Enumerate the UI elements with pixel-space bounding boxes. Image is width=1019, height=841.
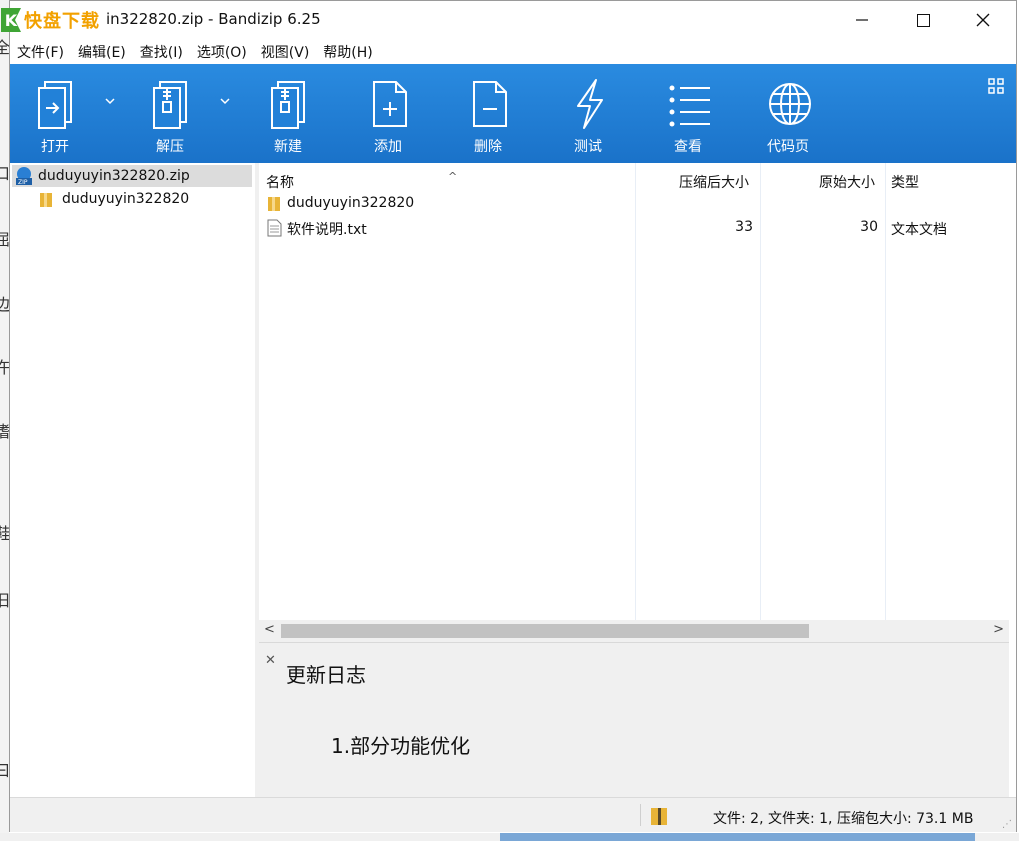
open-icon [38, 81, 72, 129]
file-list: 名称 ^ 压缩后大小 原始大小 类型 duduyuyin322820 软件说明.… [259, 163, 1009, 620]
file-name: duduyuyin322820 [287, 195, 415, 211]
add-label: 添加 [374, 139, 402, 155]
compressed-size: 33 [735, 219, 753, 235]
open-dropdown[interactable] [105, 94, 115, 109]
scroll-left-icon[interactable]: < [264, 622, 275, 637]
close-icon [976, 13, 990, 27]
log-title: 更新日志 [286, 663, 366, 687]
codepage-button[interactable]: 代码页 [748, 64, 828, 163]
text-file-icon [267, 219, 282, 237]
view-button[interactable]: 查看 [648, 64, 728, 163]
horizontal-scrollbar[interactable]: < > [259, 620, 1009, 642]
codepage-label: 代码页 [767, 139, 809, 155]
scroll-right-icon[interactable]: > [993, 622, 1004, 637]
tree-item-label: duduyuyin322820 [62, 191, 190, 207]
file-name: 软件说明.txt [287, 222, 367, 238]
tree-item-folder[interactable]: duduyuyin322820 [38, 188, 189, 210]
menu-edit[interactable]: 编辑(E) [71, 42, 133, 62]
minimize-icon [856, 19, 868, 21]
status-bar: 文件: 2, 文件夹: 1, 压缩包大小: 73.1 MB ⋰ [10, 797, 1016, 832]
extract-dropdown[interactable] [220, 94, 230, 109]
update-log-panel: ✕ 更新日志 1.部分功能优化 [259, 642, 1009, 798]
chevron-down-icon [105, 98, 115, 105]
add-file-icon [373, 81, 407, 127]
bandizip-window: K 快盘下载 in322820.zip - Bandizip 6.25 文件(F… [1, 0, 1017, 832]
archive-icon [651, 808, 667, 825]
status-text: 文件: 2, 文件夹: 1, 压缩包大小: 73.1 MB [713, 811, 974, 827]
test-label: 测试 [574, 139, 602, 155]
list-view-icon [669, 85, 710, 127]
menu-options[interactable]: 选项(O) [190, 42, 254, 62]
table-row[interactable]: 软件说明.txt 33 30 文本文档 [259, 216, 1009, 238]
close-button[interactable] [960, 1, 1006, 39]
column-header-original[interactable]: 原始大小 [819, 172, 875, 192]
sort-ascending-icon: ^ [448, 170, 458, 183]
menu-find[interactable]: 查找(I) [133, 42, 190, 62]
log-body: 1.部分功能优化 [331, 734, 471, 758]
open-button[interactable]: 打开 [15, 64, 95, 163]
menu-help[interactable]: 帮助(H) [316, 42, 379, 62]
delete-button[interactable]: 删除 [448, 64, 528, 163]
column-header-compressed[interactable]: 压缩后大小 [679, 172, 749, 192]
new-button[interactable]: 新建 [248, 64, 328, 163]
file-type: 文本文档 [891, 222, 947, 238]
add-button[interactable]: 添加 [348, 64, 428, 163]
test-button[interactable]: 测试 [548, 64, 628, 163]
logo-text: 快盘下载 [24, 11, 100, 32]
lightning-icon [577, 79, 603, 129]
svg-text:ZIP: ZIP [18, 179, 28, 186]
background-strip: 全 口 屈 边 仵 嗜 鞋 旧 曰 [0, 0, 10, 841]
delete-file-icon [473, 81, 507, 127]
open-label: 打开 [41, 139, 69, 155]
window-title: in322820.zip - Bandizip 6.25 [106, 10, 321, 28]
menu-bar: 文件(F) 编辑(E) 查找(I) 选项(O) 视图(V) 帮助(H) [10, 39, 1016, 64]
close-icon[interactable]: ✕ [265, 653, 276, 668]
menu-view[interactable]: 视图(V) [254, 42, 317, 62]
folder-tree: ZIP duduyuyin322820.zip duduyuyin322820 [10, 163, 256, 797]
toolbar: 打开 解压 新建 添加 删除 测试 查看 代码页 [10, 64, 1016, 163]
zip-archive-icon: ZIP [16, 167, 32, 186]
extract-label: 解压 [156, 139, 184, 155]
title-bar[interactable]: K 快盘下载 in322820.zip - Bandizip 6.25 [1, 1, 1016, 39]
minimize-button[interactable] [839, 1, 885, 39]
folder-icon [40, 193, 52, 207]
column-header-name[interactable]: 名称 ^ [266, 170, 457, 192]
column-header-type[interactable]: 类型 [891, 172, 919, 192]
folder-icon [268, 197, 280, 211]
maximize-button[interactable] [900, 1, 946, 39]
layout-grid-icon[interactable] [988, 78, 1004, 94]
menu-file[interactable]: 文件(F) [10, 42, 71, 62]
extract-button[interactable]: 解压 [130, 64, 210, 163]
tree-item-label: duduyuyin322820.zip [38, 168, 190, 184]
delete-label: 删除 [474, 139, 502, 155]
tree-item-archive[interactable]: ZIP duduyuyin322820.zip [12, 165, 252, 187]
new-archive-icon [271, 81, 305, 129]
watermark-logo: K 快盘下载 [1, 5, 107, 35]
chevron-down-icon [220, 98, 230, 105]
view-label: 查看 [674, 139, 702, 155]
original-size: 30 [860, 219, 878, 235]
globe-icon [769, 83, 811, 125]
logo-icon: K [1, 8, 21, 32]
new-label: 新建 [274, 139, 302, 155]
maximize-icon [916, 13, 930, 27]
background-bottom [0, 833, 1019, 841]
table-row[interactable]: duduyuyin322820 [259, 192, 1009, 214]
scroll-thumb[interactable] [281, 624, 809, 638]
zipper-extract-icon [153, 81, 187, 129]
resize-grip-icon[interactable]: ⋰ [1002, 819, 1012, 830]
